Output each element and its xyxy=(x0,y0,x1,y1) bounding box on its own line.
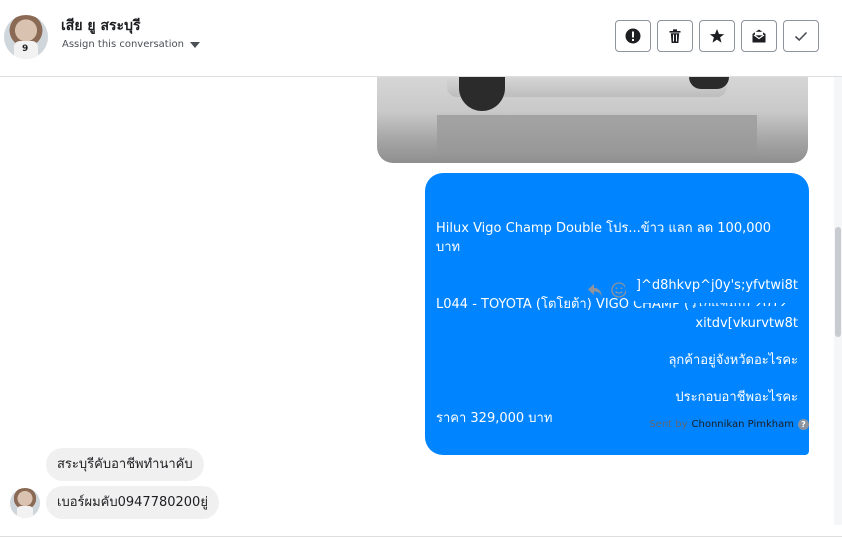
chat-scrollbar[interactable] xyxy=(834,77,842,525)
contact-avatar[interactable]: 9 xyxy=(4,15,48,59)
star-button[interactable] xyxy=(699,20,735,52)
incoming-message-bubble[interactable]: เบอร์ผมคับ0947780200ยู่ xyxy=(46,486,219,519)
scrollbar-thumb[interactable] xyxy=(835,227,841,337)
sender-avatar[interactable] xyxy=(10,488,40,518)
mark-done-button[interactable] xyxy=(783,20,819,52)
mark-unread-button[interactable] xyxy=(741,20,777,52)
sent-by-prefix: Sent by xyxy=(649,419,688,430)
composer-divider xyxy=(0,536,842,537)
delete-button[interactable] xyxy=(657,20,693,52)
star-icon xyxy=(709,29,725,43)
checkmark-icon xyxy=(794,31,808,42)
message-bubble[interactable]: xitdv[vkurvtw8t xyxy=(684,306,809,341)
sent-by-agent[interactable]: Chonnikan Pimkham xyxy=(692,419,794,430)
conversation-header: 9 เสีย ยู สระบุรี Assign this conversati… xyxy=(0,0,842,77)
message-bubble[interactable]: ]^d8hkvp^j0y's;yfvtwi8t xyxy=(624,268,809,303)
help-icon[interactable]: ? xyxy=(798,419,809,430)
assign-label: Assign this conversation xyxy=(62,39,184,50)
conversation-toolbar xyxy=(615,20,819,52)
envelope-icon xyxy=(752,29,766,43)
message-bubble[interactable]: ลุกค้าอยู่จังหวัดอะไรคะ xyxy=(657,343,809,378)
incoming-message-bubble[interactable]: สระบุรีคับอาชีพทำนาคับ xyxy=(46,448,204,481)
shared-listing-photo[interactable] xyxy=(377,77,808,163)
assign-conversation-dropdown[interactable]: Assign this conversation xyxy=(62,39,200,50)
caret-down-icon xyxy=(189,41,200,48)
sent-by-label: Sent by Chonnikan Pimkham ? xyxy=(649,419,809,430)
mark-spam-button[interactable] xyxy=(615,20,651,52)
reply-icon[interactable] xyxy=(586,281,604,299)
trash-icon xyxy=(669,29,681,43)
avatar-jersey-number: 9 xyxy=(22,44,29,54)
exclamation-icon xyxy=(625,28,641,44)
message-actions xyxy=(586,281,628,299)
listing-title: Hilux Vigo Champ Double โปร...ข้าว แลก ล… xyxy=(436,221,776,255)
contact-name[interactable]: เสีย ยู สระบุรี xyxy=(61,15,140,37)
message-bubble[interactable]: ประกอบอาชีพอะไรคะ xyxy=(664,380,809,415)
